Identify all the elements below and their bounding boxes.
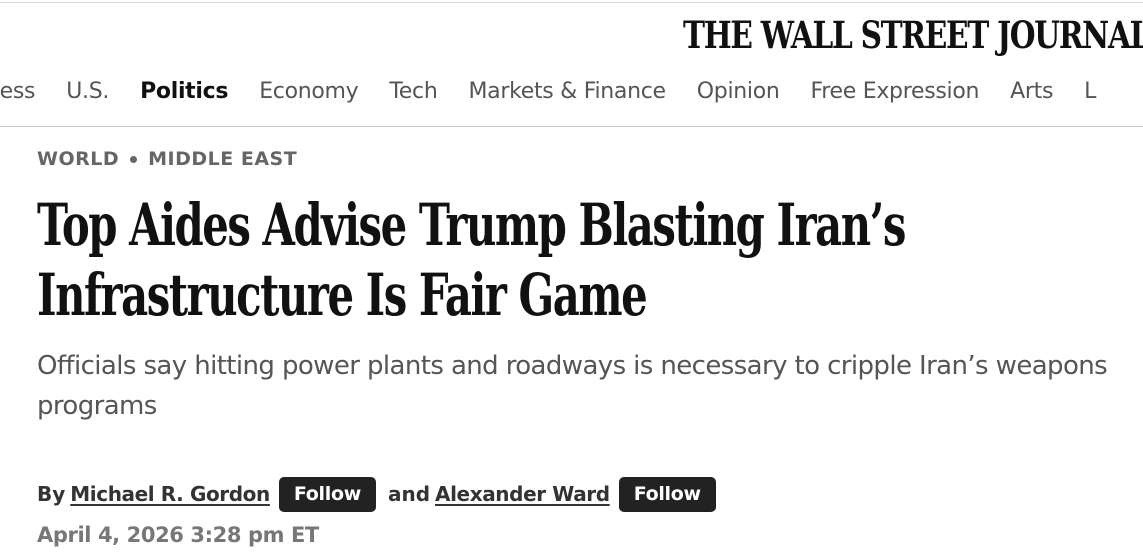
nav-item-overflow[interactable]: L: [1084, 72, 1096, 112]
article-headline: Top Aides Advise Trump Blasting Iran’s I…: [37, 190, 906, 330]
nav-item-opinion[interactable]: Opinion: [697, 72, 780, 112]
article-dek: Officials say hitting power plants and r…: [37, 351, 1108, 421]
kicker-separator-dot: [130, 155, 138, 163]
nav-item-arts[interactable]: Arts: [1010, 72, 1053, 112]
follow-button-michael-gordon[interactable]: Follow: [278, 476, 376, 512]
nav-item-tech[interactable]: Tech: [389, 72, 437, 112]
kicker-subsection-link[interactable]: MIDDLE EAST: [148, 148, 297, 170]
article-byline: By Michael R. Gordon Follow and Alexande…: [37, 476, 716, 512]
kicker-section-link[interactable]: WORLD: [37, 148, 119, 170]
headline-line-1: Top Aides Advise Trump Blasting Iran’s: [37, 191, 906, 259]
byline-by-label: By: [37, 482, 66, 506]
nav-item-economy[interactable]: Economy: [259, 72, 359, 112]
section-nav: ness U.S. Politics Economy Tech Markets …: [0, 72, 1143, 112]
byline-and-label: and: [387, 482, 431, 506]
nav-item-markets-finance[interactable]: Markets & Finance: [468, 72, 666, 112]
author-link-michael-gordon[interactable]: Michael R. Gordon: [70, 482, 270, 506]
nav-item-us[interactable]: U.S.: [66, 72, 109, 112]
nav-item-politics[interactable]: Politics: [140, 72, 228, 112]
nav-item-free-expression[interactable]: Free Expression: [811, 72, 980, 112]
article-timestamp: April 4, 2026 3:28 pm ET: [37, 523, 319, 547]
top-divider: [0, 2, 1143, 3]
nav-item-business[interactable]: ness: [0, 72, 36, 112]
nav-divider: [0, 126, 1143, 127]
article-kicker: WORLD MIDDLE EAST: [37, 146, 297, 172]
follow-button-alexander-ward[interactable]: Follow: [618, 476, 716, 512]
author-link-alexander-ward[interactable]: Alexander Ward: [435, 482, 610, 506]
headline-line-2: Infrastructure Is Fair Game: [37, 261, 648, 329]
masthead-logo[interactable]: THE WALL STREET JOURNAL.: [683, 14, 1143, 56]
section-nav-list: ness U.S. Politics Economy Tech Markets …: [0, 72, 1127, 112]
